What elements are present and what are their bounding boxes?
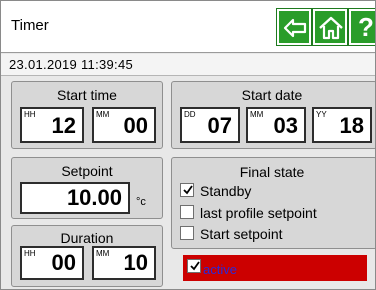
datetime-bar: 23.01.2019 11:39:45 bbox=[1, 54, 375, 76]
back-button[interactable] bbox=[276, 8, 312, 46]
last-profile-setpoint-checkbox[interactable] bbox=[180, 205, 194, 219]
home-button[interactable] bbox=[312, 8, 348, 46]
start-date-year-value: 18 bbox=[339, 113, 364, 138]
current-datetime: 23.01.2019 11:39:45 bbox=[9, 57, 134, 72]
home-icon bbox=[319, 16, 343, 40]
setpoint-group: Setpoint 10.00 °c bbox=[11, 157, 163, 219]
hour-unit-label: HH bbox=[24, 110, 36, 119]
start-date-day-value: 07 bbox=[207, 113, 232, 138]
minute-unit-label: MM bbox=[96, 249, 110, 258]
duration-group: Duration HH 00 MM 10 bbox=[11, 225, 163, 287]
day-unit-label: DD bbox=[184, 110, 196, 119]
title-bar: Timer ? bbox=[1, 1, 375, 53]
start-date-month-value: 03 bbox=[273, 113, 298, 138]
start-time-minute-value: 00 bbox=[123, 113, 148, 138]
duration-hour-field[interactable]: HH 00 bbox=[20, 246, 84, 280]
checkmark-icon bbox=[183, 185, 193, 195]
month-unit-label: MM bbox=[250, 110, 264, 119]
duration-minute-field[interactable]: MM 10 bbox=[92, 246, 156, 280]
last-profile-setpoint-option-label: last profile setpoint bbox=[200, 205, 317, 221]
setpoint-unit: °c bbox=[136, 196, 146, 208]
checkmark-icon bbox=[190, 261, 200, 271]
start-setpoint-option-label: Start setpoint bbox=[200, 226, 283, 242]
setpoint-label: Setpoint bbox=[61, 163, 113, 179]
help-icon: ? bbox=[358, 12, 374, 42]
setpoint-value: 10.00 bbox=[66, 185, 122, 210]
start-date-month-field[interactable]: MM 03 bbox=[246, 107, 306, 143]
active-checkbox[interactable] bbox=[187, 259, 201, 273]
start-time-group: Start time HH 12 MM 00 bbox=[11, 81, 163, 149]
standby-checkbox[interactable] bbox=[180, 183, 194, 197]
start-date-year-field[interactable]: YY 18 bbox=[312, 107, 372, 143]
start-date-day-field[interactable]: DD 07 bbox=[180, 107, 240, 143]
duration-label: Duration bbox=[60, 230, 114, 246]
active-label: active bbox=[203, 262, 237, 277]
start-time-label: Start time bbox=[57, 87, 117, 103]
standby-option-label: Standby bbox=[200, 183, 252, 199]
hour-unit-label: HH bbox=[24, 249, 36, 258]
setpoint-field[interactable]: 10.00 bbox=[20, 182, 130, 214]
start-time-hour-field[interactable]: HH 12 bbox=[20, 107, 84, 143]
arrow-left-icon bbox=[283, 18, 307, 38]
start-date-group: Start date DD 07 MM 03 YY 18 bbox=[171, 81, 375, 149]
start-setpoint-checkbox[interactable] bbox=[180, 226, 194, 240]
page-title: Timer bbox=[11, 17, 49, 34]
final-state-group: Final state Standby last profile setpoin… bbox=[171, 157, 375, 249]
timer-screen: Timer ? 23.01.2019 11:39:45 Start time H… bbox=[0, 0, 376, 290]
year-unit-label: YY bbox=[316, 110, 327, 119]
start-date-label: Start date bbox=[241, 87, 303, 103]
start-time-minute-field[interactable]: MM 00 bbox=[92, 107, 156, 143]
final-state-label: Final state bbox=[239, 164, 305, 180]
help-button[interactable]: ? bbox=[348, 8, 375, 46]
duration-hour-value: 00 bbox=[51, 250, 76, 275]
start-time-hour-value: 12 bbox=[51, 113, 76, 138]
minute-unit-label: MM bbox=[96, 110, 110, 119]
duration-minute-value: 10 bbox=[123, 250, 148, 275]
active-toggle-bar[interactable]: active bbox=[183, 255, 367, 281]
